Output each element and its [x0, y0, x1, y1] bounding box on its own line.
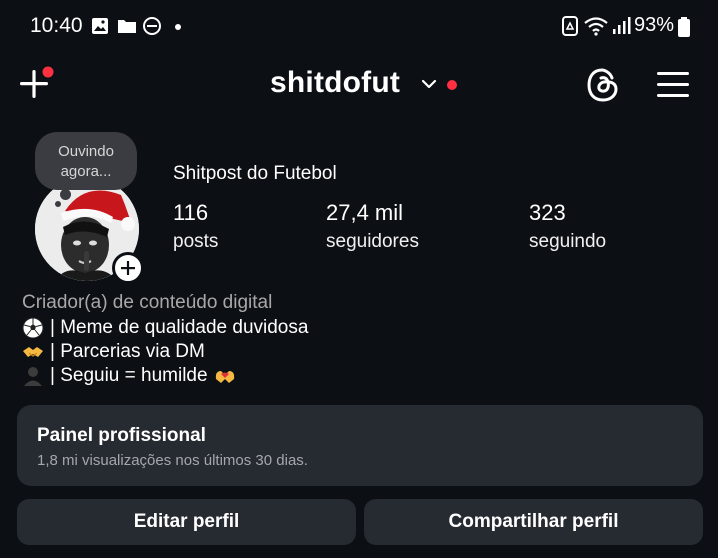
profile-username[interactable]: shitdofut: [270, 66, 400, 100]
image-icon: [92, 18, 108, 34]
plus-small-icon: [121, 261, 135, 275]
menu-button[interactable]: [656, 70, 690, 100]
share-profile-button[interactable]: Compartilhar perfil: [364, 499, 703, 545]
person-silhouette-icon: [24, 367, 42, 386]
display-name: Shitpost do Futebol: [173, 163, 337, 184]
following-count[interactable]: 323: [529, 200, 566, 226]
bio-line-text: | Seguiu = humilde: [50, 365, 208, 386]
status-time: 10:40: [30, 14, 83, 37]
recycle-icon: [562, 16, 578, 36]
dashboard-title: Painel profissional: [37, 425, 206, 446]
edit-profile-button[interactable]: Editar perfil: [17, 499, 356, 545]
followers-count[interactable]: 27,4 mil: [326, 200, 403, 226]
threads-button[interactable]: [584, 66, 622, 104]
create-button[interactable]: [18, 66, 54, 102]
battery-percentage: 93%: [634, 14, 675, 36]
bio-line: | Meme de qualidade duvidosa: [22, 317, 308, 339]
plus-icon: [20, 66, 54, 98]
posts-count[interactable]: 116: [173, 200, 208, 226]
followers-label[interactable]: seguidores: [326, 231, 419, 253]
threads-icon: [587, 68, 618, 102]
bio-line-text: | Meme de qualidade duvidosa: [50, 317, 309, 338]
note-bubble-tail-small: [55, 201, 61, 207]
soccer-ball-icon: [22, 317, 44, 339]
add-story-button[interactable]: [112, 252, 144, 284]
bio-category: Criador(a) de conteúdo digital: [22, 292, 273, 313]
heart-hands-icon: [215, 371, 234, 383]
dashboard-subtitle: 1,8 mi visualizações nos últimos 30 dias…: [37, 452, 308, 469]
notification-dot: [447, 80, 457, 90]
handshake-icon: [23, 347, 43, 357]
professional-dashboard-card[interactable]: Painel profissional 1,8 mi visualizações…: [17, 405, 703, 486]
signal-icon: [613, 17, 631, 34]
bio-line: | Parcerias via DM: [22, 341, 205, 363]
note-bubble[interactable]: Ouvindo agora...: [35, 132, 137, 190]
chevron-down-icon[interactable]: [420, 77, 438, 91]
dnd-icon: [143, 17, 161, 35]
bio-line: | Seguiu = humilde: [22, 365, 236, 387]
hamburger-icon: [657, 72, 689, 97]
posts-label[interactable]: posts: [173, 231, 218, 253]
bio-line-text: | Parcerias via DM: [50, 341, 205, 362]
wifi-icon: [584, 17, 608, 36]
dot-icon: [175, 24, 181, 30]
note-bubble-tail: [60, 189, 71, 200]
folder-icon: [118, 20, 136, 33]
battery-icon: [678, 17, 690, 37]
following-label[interactable]: seguindo: [529, 231, 606, 253]
